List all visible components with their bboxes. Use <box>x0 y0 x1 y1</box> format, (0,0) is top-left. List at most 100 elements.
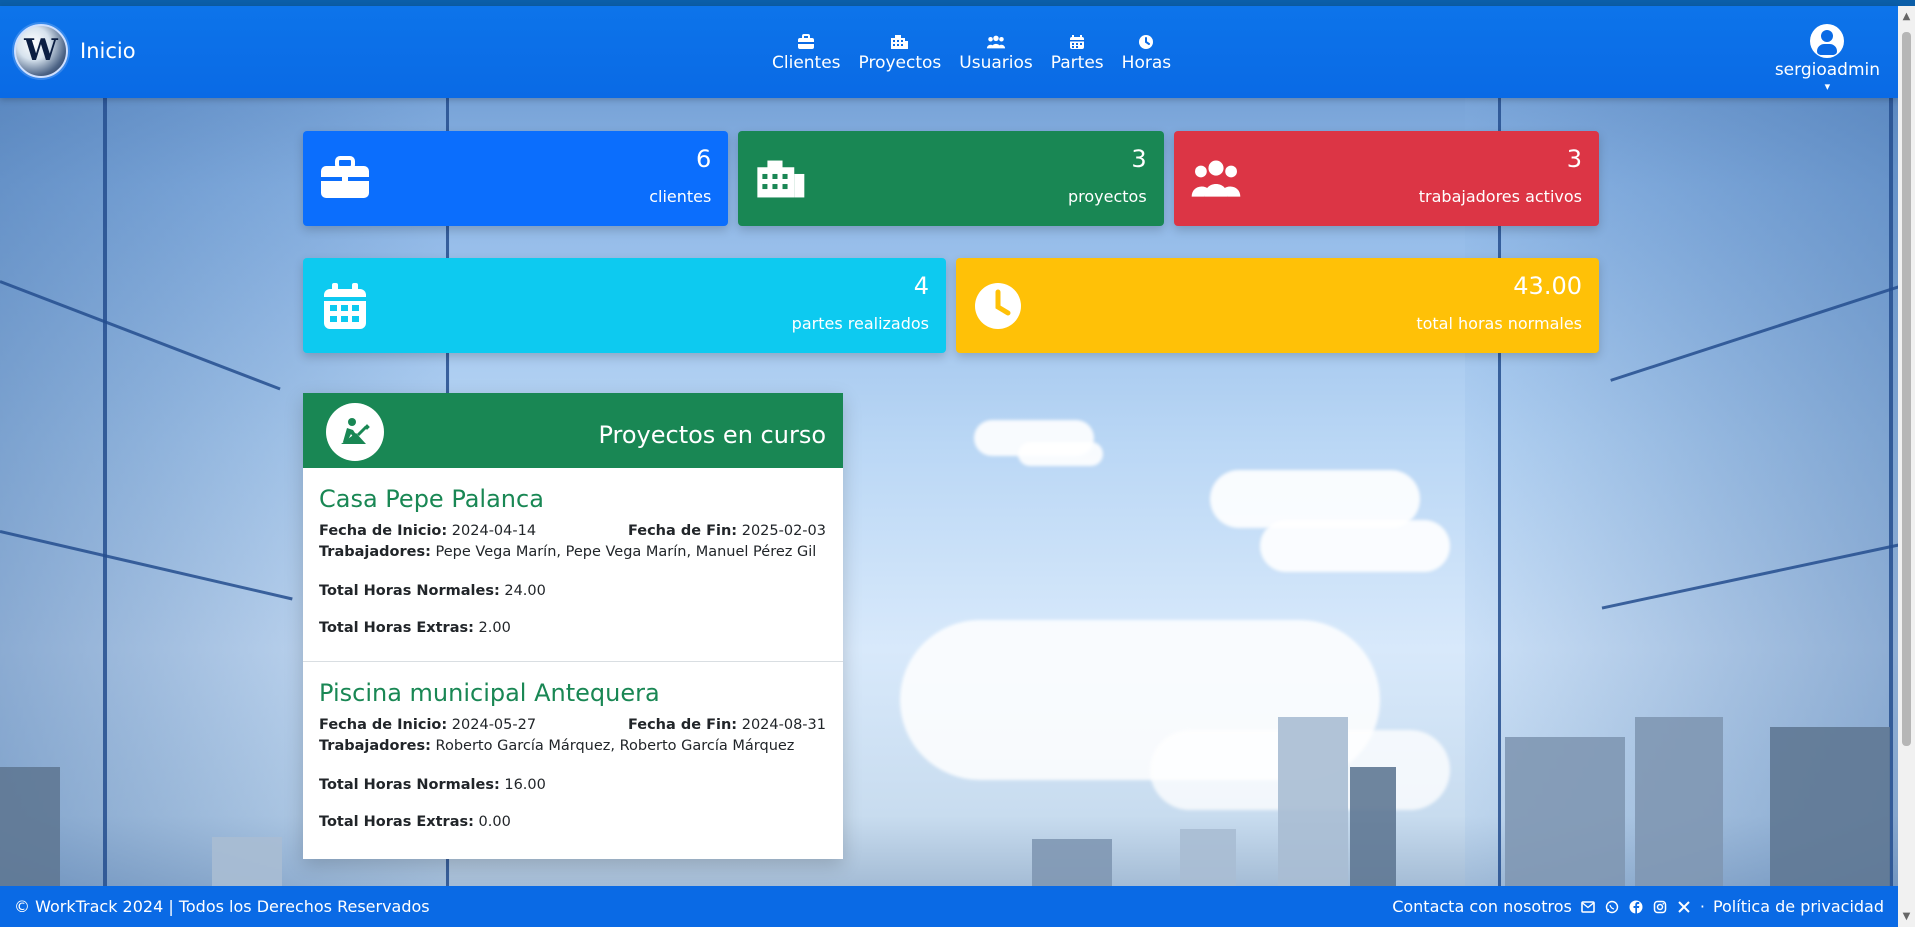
projects-panel-title: Proyectos en curso <box>598 421 826 449</box>
stat-card-partes-realizados[interactable]: 4 partes realizados <box>303 258 946 353</box>
top-navigation-bar: W Inicio Clientes Proyectos Usuarios Par… <box>0 6 1898 98</box>
nav-horas[interactable]: Horas <box>1122 33 1171 72</box>
skyscraper-5 <box>1770 727 1890 887</box>
workers-label: Trabajadores: <box>319 543 431 560</box>
logo-letter: W <box>24 33 58 68</box>
left-mullion-1 <box>103 98 107 888</box>
stats-row-1: 6 clientes 3 proyectos 3 trabajadores ac… <box>303 131 1599 226</box>
cloud-5 <box>900 620 1380 780</box>
right-mullion-1 <box>1889 98 1893 888</box>
scroll-thumb[interactable] <box>1902 32 1911 746</box>
project-end: Fecha de Fin: 2025-02-03 <box>628 522 826 542</box>
vertical-scrollbar[interactable]: ▲ ▼ <box>1898 6 1915 927</box>
end-value: 2025-02-03 <box>741 523 826 540</box>
skyscraper-6 <box>0 767 60 887</box>
workers-value: Roberto García Márquez, Roberto García M… <box>435 737 795 754</box>
user-menu[interactable]: sergioadmin ▾ <box>1775 24 1880 92</box>
end-label: Fecha de Fin: <box>627 523 738 540</box>
building-icon <box>754 153 806 205</box>
footer-links: Contacta con nosotros · Política de priv… <box>1392 897 1884 916</box>
stat-label: partes realizados <box>791 314 929 333</box>
copyright-text: © WorkTrack 2024 | Todos los Derechos Re… <box>14 897 430 916</box>
stat-value: 3 <box>1131 145 1147 173</box>
cloud-3 <box>1210 470 1420 528</box>
nav-label: Proyectos <box>858 53 942 73</box>
scroll-up-arrow[interactable]: ▲ <box>1902 12 1911 22</box>
skyscraper-3 <box>1505 737 1625 887</box>
footer-separator: · <box>1699 897 1705 916</box>
project-name: Casa Pepe Palanca <box>319 485 544 513</box>
page-title: Inicio <box>80 38 136 63</box>
nav-partes[interactable]: Partes <box>1051 33 1104 72</box>
project-normal-hours: Total Horas Normales: 24.00 <box>319 581 826 602</box>
stat-label: proyectos <box>1067 187 1147 206</box>
person-digging-icon <box>326 403 384 461</box>
stat-value: 6 <box>696 145 712 173</box>
stat-card-trabajadores-activos[interactable]: 3 trabajadores activos <box>1173 131 1599 226</box>
start-value: 2024-05-27 <box>451 717 537 734</box>
project-workers: Trabajadores: Pepe Vega Marín, Pepe Vega… <box>319 542 826 563</box>
stat-label: clientes <box>649 187 712 206</box>
end-value: 2024-08-31 <box>741 717 826 734</box>
stat-value: 4 <box>913 272 929 300</box>
x-icon[interactable] <box>1676 899 1692 915</box>
briefcase-icon <box>319 153 371 205</box>
project-name: Piscina municipal Antequera <box>319 679 660 707</box>
skyscraper-2 <box>1350 767 1396 887</box>
left-mullion-3 <box>0 530 293 601</box>
workers-value: Pepe Vega Marín, Pepe Vega Marín, Manuel… <box>435 543 817 560</box>
extra-hours-value: 2.00 <box>478 619 511 636</box>
whatsapp-icon[interactable] <box>1604 899 1620 915</box>
projects-panel-header: Proyectos en curso <box>303 393 843 468</box>
project-extra-hours: Total Horas Extras: 2.00 <box>319 618 826 639</box>
calendar-icon <box>319 280 371 332</box>
main-nav: Clientes Proyectos Usuarios Partes Horas <box>772 33 1171 72</box>
footer: © WorkTrack 2024 | Todos los Derechos Re… <box>0 886 1898 927</box>
nav-clientes[interactable]: Clientes <box>772 33 841 72</box>
projects-in-progress-panel: Proyectos en curso Casa Pepe Palanca Fec… <box>303 393 843 859</box>
project-start: Fecha de Inicio: 2024-04-14 <box>319 522 536 542</box>
users-icon <box>1190 153 1242 205</box>
contact-link[interactable]: Contacta con nosotros <box>1392 897 1572 916</box>
normal-hours-value: 16.00 <box>504 776 546 793</box>
brand[interactable]: W Inicio <box>14 24 136 78</box>
mail-icon[interactable] <box>1580 899 1596 915</box>
stat-label: trabajadores activos <box>1418 187 1582 206</box>
stat-card-total-horas-normales[interactable]: 43.00 total horas normales <box>956 258 1599 353</box>
normal-hours-label: Total Horas Normales: <box>319 776 500 793</box>
username: sergioadmin <box>1774 60 1880 80</box>
clock-icon <box>972 280 1024 332</box>
calendar-icon <box>1067 33 1087 51</box>
extra-hours-label: Total Horas Extras: <box>319 619 474 636</box>
facebook-icon[interactable] <box>1628 899 1644 915</box>
start-label: Fecha de Inicio: <box>319 717 448 734</box>
privacy-policy-link[interactable]: Política de privacidad <box>1713 897 1884 916</box>
nav-label: Clientes <box>772 53 841 73</box>
stats-row-2: 4 partes realizados 43.00 total horas no… <box>303 258 1599 353</box>
stat-card-clientes[interactable]: 6 clientes <box>303 131 729 226</box>
stat-value: 43.00 <box>1513 272 1582 300</box>
user-circle-icon <box>1810 24 1845 58</box>
cloud-2 <box>1018 442 1103 466</box>
start-label: Fecha de Inicio: <box>319 523 448 540</box>
skyscraper-7 <box>212 837 282 887</box>
users-icon <box>986 33 1006 51</box>
stat-card-proyectos[interactable]: 3 proyectos <box>738 131 1164 226</box>
dashboard-stats: 6 clientes 3 proyectos 3 trabajadores ac… <box>303 131 1599 385</box>
instagram-icon[interactable] <box>1652 899 1668 915</box>
nav-proyectos[interactable]: Proyectos <box>858 33 942 73</box>
normal-hours-label: Total Horas Normales: <box>319 582 500 599</box>
left-mullion-2 <box>0 280 281 391</box>
nav-label: Partes <box>1050 53 1104 73</box>
stat-value: 3 <box>1566 145 1582 173</box>
cloud-4 <box>1260 520 1450 572</box>
nav-label: Usuarios <box>959 53 1033 73</box>
cloud-6 <box>1150 730 1450 810</box>
nav-usuarios[interactable]: Usuarios <box>959 33 1033 73</box>
scroll-down-arrow[interactable]: ▼ <box>1902 912 1911 922</box>
briefcase-icon <box>796 33 816 51</box>
skyscraper-9 <box>1180 829 1236 887</box>
project-end: Fecha de Fin: 2024-08-31 <box>628 716 826 736</box>
clock-icon <box>1136 33 1156 51</box>
right-mullion-3 <box>1601 540 1915 610</box>
